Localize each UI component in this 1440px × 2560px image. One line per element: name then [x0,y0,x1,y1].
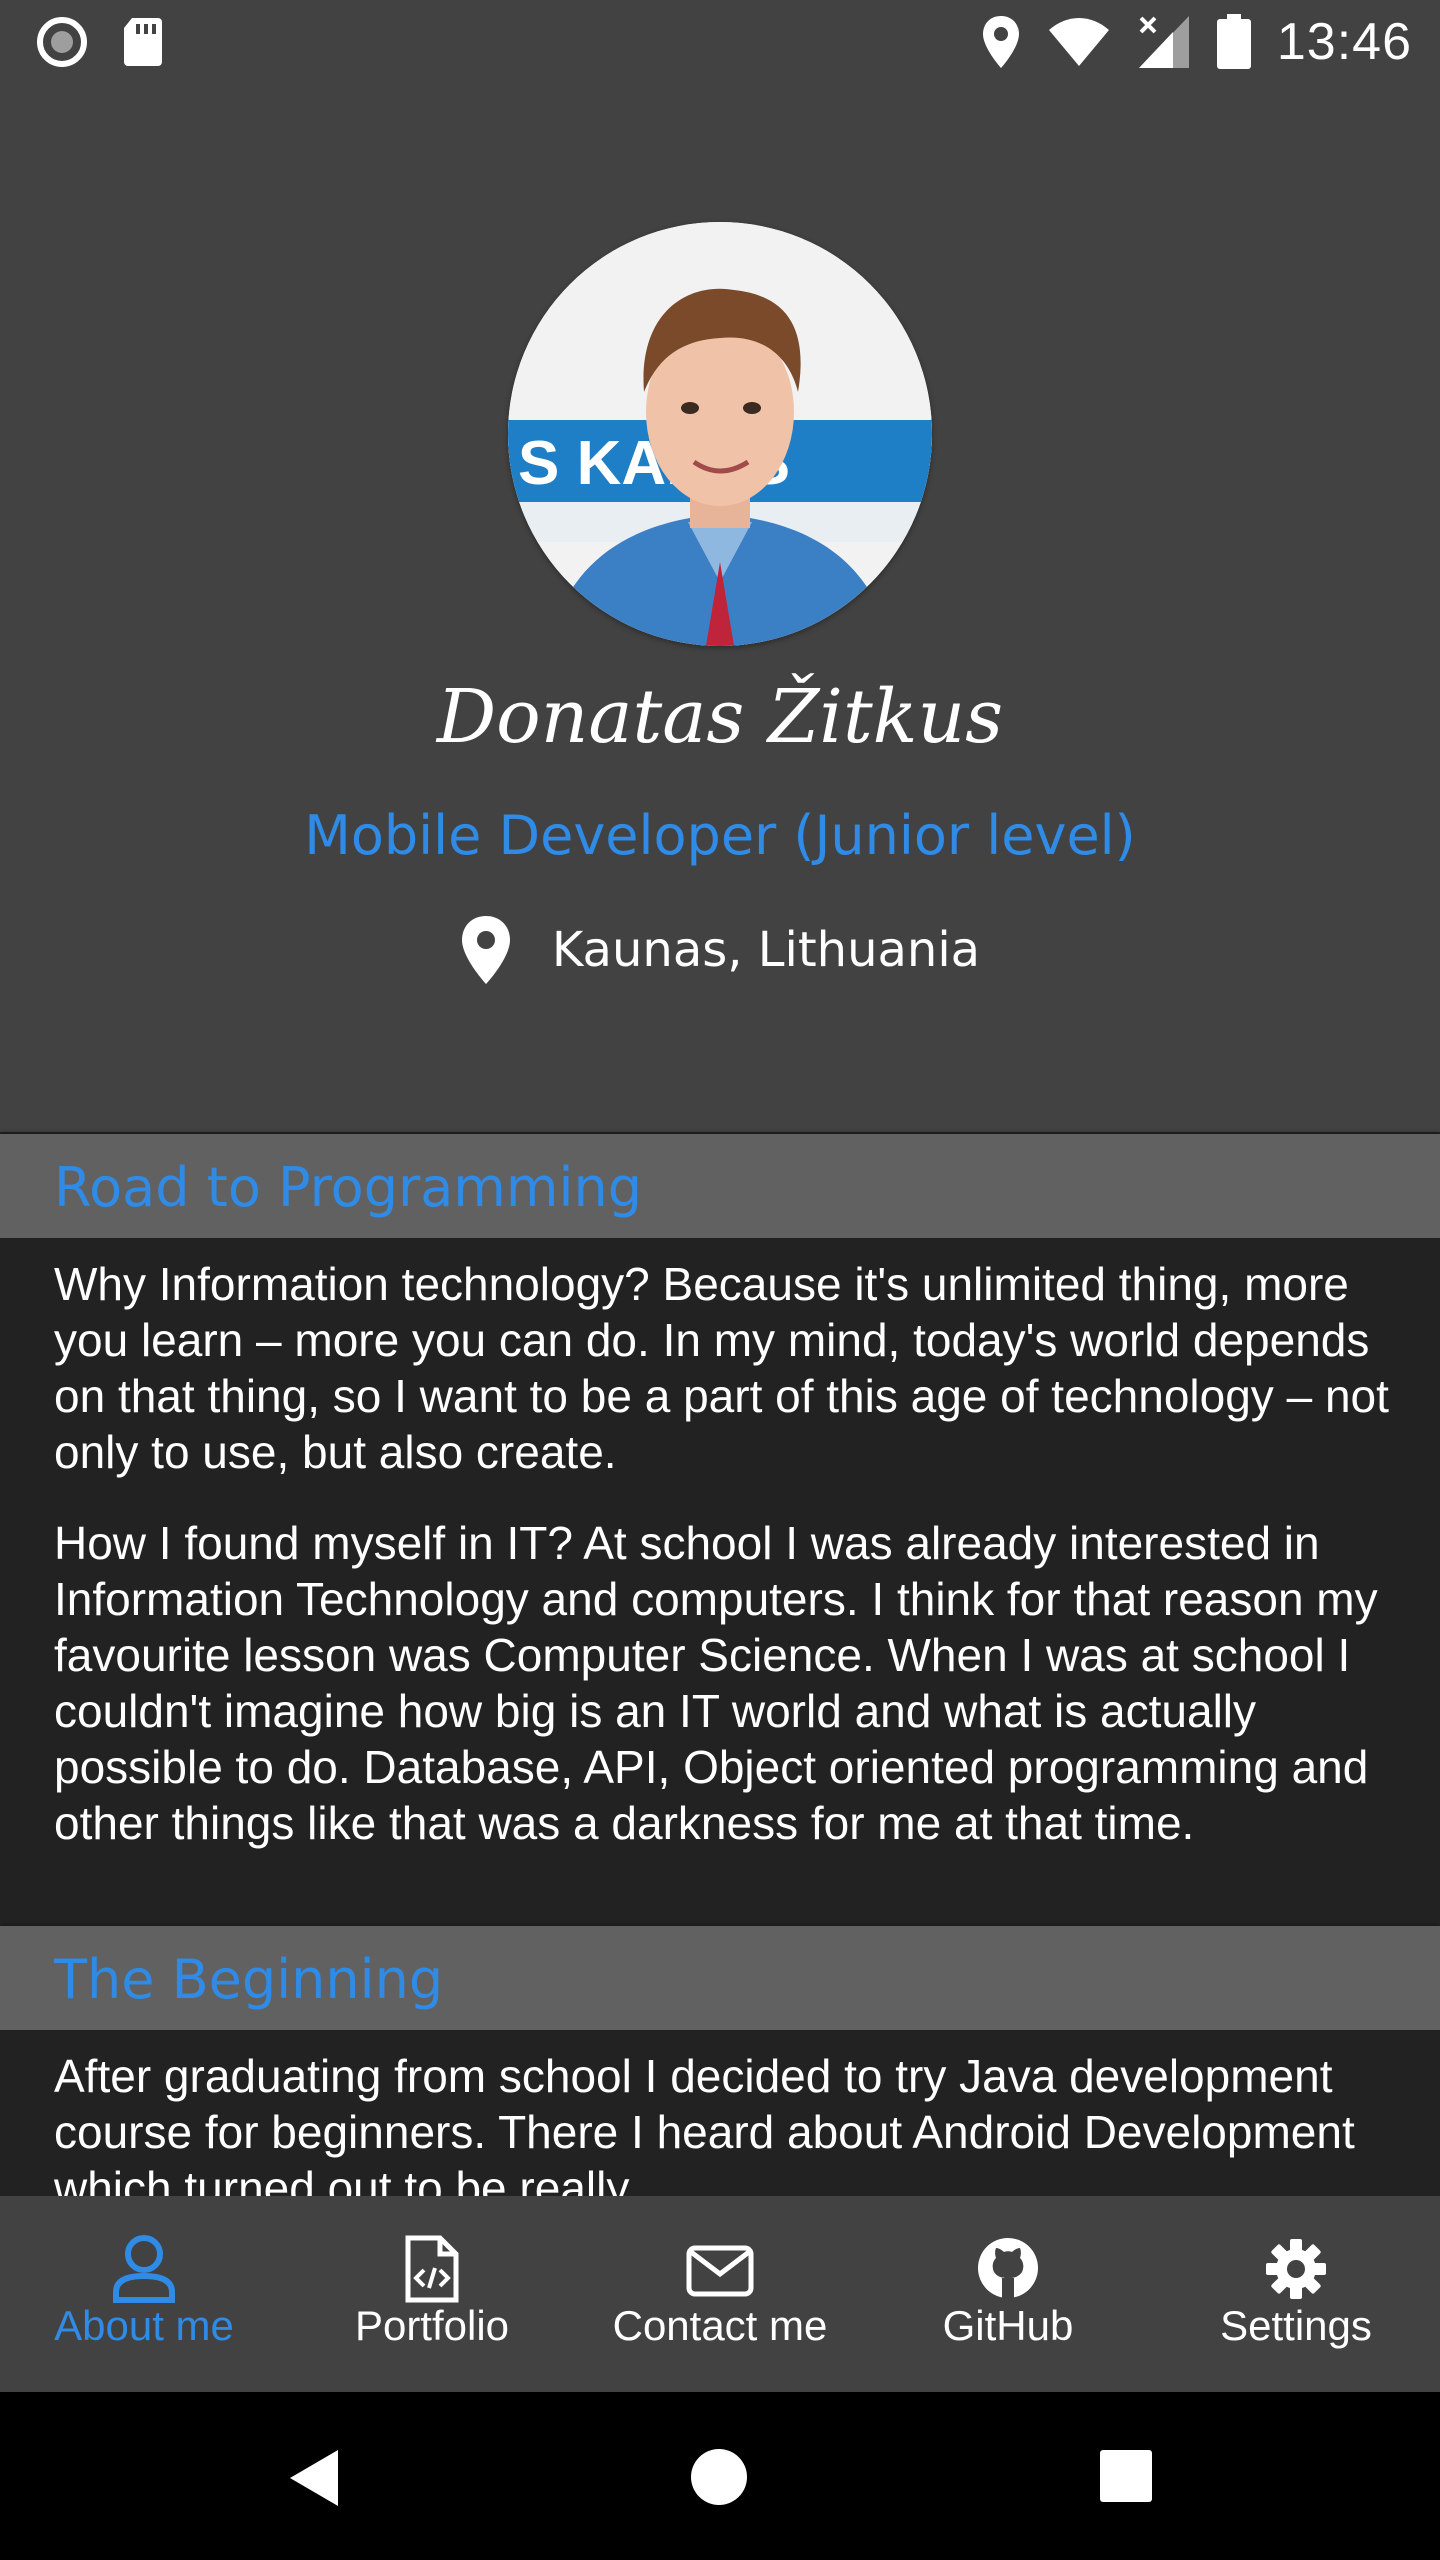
nav-item-contact-me[interactable]: Contact me [576,2196,864,2392]
profile-name: Donatas Žitkus [436,674,1004,760]
nav-item-settings[interactable]: Settings [1152,2196,1440,2392]
paragraph: After graduating from school I decided t… [54,2050,1355,2214]
section-title: The Beginning [54,1948,444,2011]
nav-label: Portfolio [354,2302,510,2349]
nav-item-about-me[interactable]: About me [0,2196,288,2392]
location-pin-icon [461,916,510,984]
nav-item-github[interactable]: GitHub [864,2196,1152,2392]
section-title: Road to Programming [54,1156,642,1219]
nav-label: GitHub [942,2302,1074,2349]
recents-icon[interactable] [1098,2448,1154,2504]
status-bar: 13:46 [0,0,1440,84]
profile-location: Kaunas, Lithuania [0,914,1440,986]
person-icon [113,2235,175,2303]
home-icon[interactable] [690,2448,748,2506]
nav-label: Settings [1220,2302,1372,2349]
avatar: S KAI OS [508,222,932,646]
back-icon[interactable] [286,2448,342,2508]
location-text: Kaunas, Lithuania [551,922,981,978]
code-file-icon [405,2235,459,2303]
status-time: 13:46 [1276,13,1412,71]
section-header-the-beginning: The Beginning [0,1926,1440,2030]
record-icon [37,17,87,67]
paragraph: Why Information technology? Because it's… [54,1258,1389,1478]
profile-role: Mobile Developer (Junior level) [304,804,1136,867]
github-icon [978,2238,1038,2298]
profile-header: S KAI OS Donatas Žitkus Mobile Developer… [0,84,1440,1132]
system-navigation-bar [0,2392,1440,2560]
nav-label: Contact me [612,2302,828,2349]
location-icon [982,16,1019,68]
section-header-road-to-programming: Road to Programming [0,1134,1440,1238]
nav-item-portfolio[interactable]: Portfolio [288,2196,576,2392]
nav-label: About me [54,2302,234,2349]
signal-icon [1138,16,1189,68]
wifi-icon [1048,18,1109,66]
bottom-navigation: About me Portfolio Contact me GitHub Set… [0,2196,1440,2392]
battery-icon [1216,14,1251,69]
gear-icon [1266,2239,1326,2299]
paragraph: How I found myself in IT? At school I wa… [54,1517,1378,1849]
envelope-icon [686,2245,754,2297]
sd-card-icon [124,18,162,66]
